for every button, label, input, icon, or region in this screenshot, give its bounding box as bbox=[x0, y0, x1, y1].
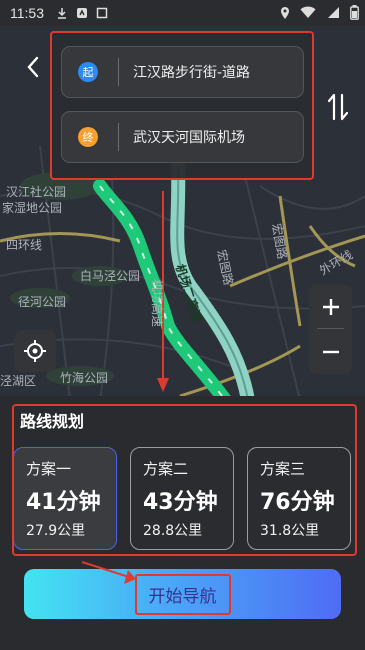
location-icon bbox=[281, 6, 289, 19]
map-label: 家湿地公园 bbox=[2, 201, 63, 215]
map-label: 汉江社公园 bbox=[6, 185, 67, 199]
start-navigation-button[interactable]: 开始导航 bbox=[24, 569, 341, 619]
option-name: 方案一 bbox=[26, 460, 72, 478]
app-notification-icon bbox=[77, 8, 87, 18]
route-option-card[interactable]: 方案二 43分钟 28.8公里 bbox=[130, 447, 234, 550]
battery-icon bbox=[350, 5, 359, 20]
download-icon bbox=[58, 8, 66, 19]
minus-icon bbox=[322, 350, 339, 353]
start-badge: 起 bbox=[78, 62, 98, 82]
status-bar: 11:53 bbox=[0, 0, 365, 26]
crosshair-icon bbox=[24, 340, 46, 362]
chevron-left-icon bbox=[27, 56, 39, 78]
route-option-card[interactable]: 方案一 41分钟 27.9公里 bbox=[13, 447, 117, 550]
divider bbox=[118, 58, 119, 86]
option-distance: 28.8公里 bbox=[143, 523, 203, 539]
option-distance: 27.9公里 bbox=[26, 523, 86, 539]
option-name: 方案三 bbox=[260, 460, 306, 478]
map-label: 四环线 bbox=[6, 238, 43, 252]
plus-icon bbox=[322, 298, 339, 315]
map-label: 机场高速 bbox=[150, 279, 164, 328]
status-time: 11:53 bbox=[10, 5, 44, 21]
start-location-text: 江汉路步行街-道路 bbox=[133, 65, 251, 81]
option-time: 43分钟 bbox=[143, 490, 218, 515]
option-distance: 31.8公里 bbox=[260, 523, 320, 539]
end-badge: 终 bbox=[78, 127, 98, 147]
end-location-text: 武汉天河国际机场 bbox=[133, 130, 245, 146]
zoom-out-button[interactable] bbox=[309, 329, 352, 374]
option-name: 方案二 bbox=[143, 460, 189, 478]
option-time: 41分钟 bbox=[26, 490, 101, 515]
map-label: 泾湖区 bbox=[0, 374, 37, 388]
divider bbox=[118, 123, 119, 151]
swap-route-button[interactable] bbox=[322, 90, 354, 124]
square-notification-icon bbox=[96, 7, 108, 19]
panel-title: 路线规划 bbox=[20, 412, 85, 431]
annotation-arrow bbox=[81, 561, 136, 584]
map-label: 竹海公园 bbox=[60, 371, 109, 385]
back-button[interactable] bbox=[18, 52, 48, 82]
swap-icon bbox=[327, 93, 349, 121]
zoom-control bbox=[309, 284, 352, 374]
end-location-field[interactable]: 终 武汉天河国际机场 bbox=[61, 111, 304, 163]
map-label: 径河公园 bbox=[18, 295, 67, 309]
start-location-field[interactable]: 起 江汉路步行街-道路 bbox=[61, 46, 304, 98]
system-icons bbox=[280, 5, 359, 20]
signal-icon bbox=[328, 7, 339, 18]
notification-icons bbox=[56, 7, 108, 19]
zoom-in-button[interactable] bbox=[309, 284, 352, 329]
locate-button[interactable] bbox=[14, 330, 56, 372]
option-time: 76分钟 bbox=[260, 490, 335, 515]
map-label: 白马泾公园 bbox=[80, 269, 141, 283]
wifi-icon bbox=[300, 6, 316, 18]
route-input-box: 起 江汉路步行街-道路 终 武汉天河国际机场 bbox=[50, 31, 314, 180]
route-option-card[interactable]: 方案三 76分钟 31.8公里 bbox=[247, 447, 351, 550]
